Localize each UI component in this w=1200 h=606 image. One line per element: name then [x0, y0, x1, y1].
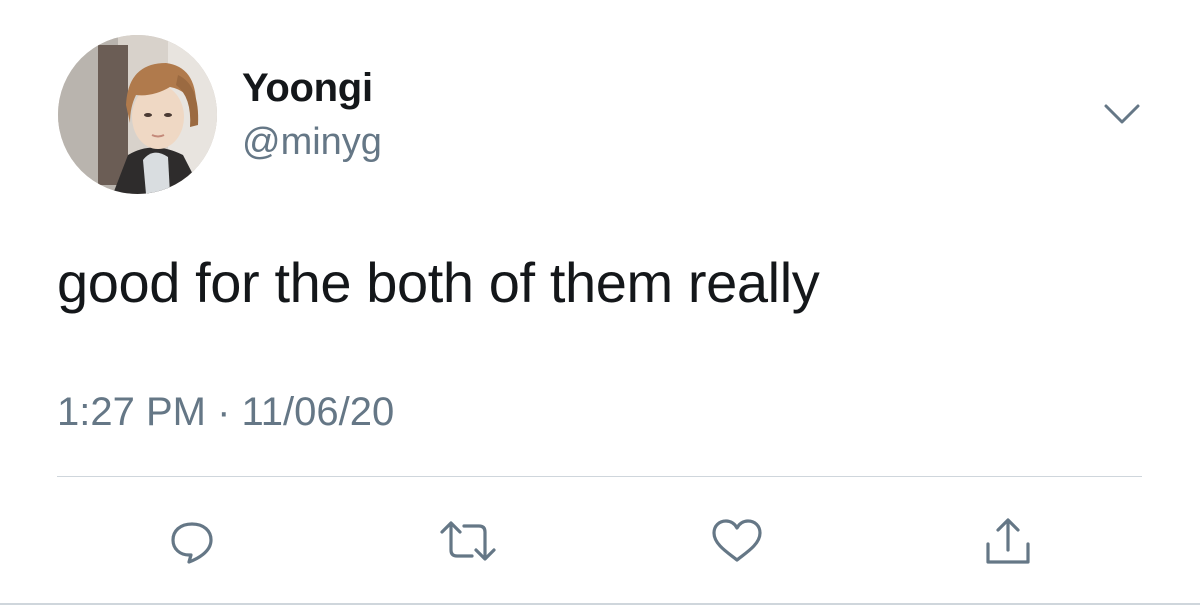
speech-bubble-icon	[171, 522, 213, 564]
heart-icon	[712, 519, 762, 562]
bottom-border	[0, 603, 1200, 605]
retweet-button[interactable]	[438, 516, 496, 566]
chevron-down-icon[interactable]	[1100, 98, 1144, 132]
user-handle[interactable]: @minyg	[242, 121, 382, 164]
avatar[interactable]	[58, 35, 217, 194]
tweet-text: good for the both of them really	[57, 251, 820, 314]
retweet-arrows-icon	[440, 521, 496, 561]
share-button[interactable]	[982, 516, 1032, 566]
display-name[interactable]: Yoongi	[242, 66, 373, 111]
profile-photo	[58, 35, 217, 194]
like-button[interactable]	[710, 516, 762, 566]
divider	[57, 476, 1142, 477]
share-upload-icon	[986, 518, 1030, 564]
tweet-card: Yoongi @minyg good for the both of them …	[0, 0, 1200, 606]
reply-button[interactable]	[167, 516, 217, 566]
tweet-timestamp[interactable]: 1:27 PM · 11/06/20	[57, 390, 394, 435]
